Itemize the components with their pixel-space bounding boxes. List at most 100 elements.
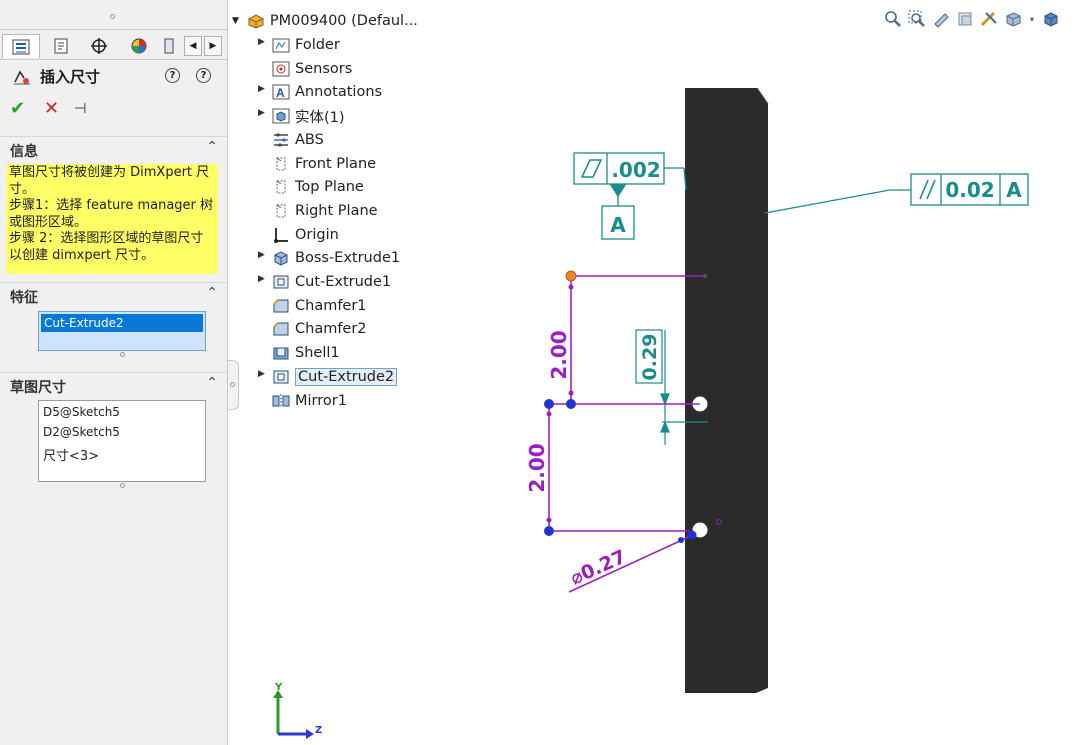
part-body[interactable] [685, 88, 768, 693]
expand-arrow-icon[interactable]: ▶ [258, 108, 265, 118]
list-resize-grip[interactable] [120, 483, 125, 488]
vertical-dimension-2[interactable]: 2.00 [525, 443, 549, 492]
tree-item-cut-extrude[interactable]: ▶Cut-Extrude1 [272, 271, 391, 293]
expand-arrow-icon[interactable]: ▶ [258, 84, 265, 94]
previous-view-icon[interactable] [932, 10, 950, 28]
tree-item-label: Annotations [295, 84, 382, 100]
tree-item-label: Shell1 [295, 345, 340, 361]
list-item[interactable]: D5@Sketch5 [43, 405, 120, 419]
divider [0, 29, 228, 30]
datum-label[interactable]: A [610, 213, 626, 237]
appearance-icon [130, 37, 148, 55]
features-selection-box[interactable]: Cut-Extrude2 [38, 311, 206, 351]
plane-icon [272, 179, 290, 195]
list-resize-grip[interactable] [120, 352, 125, 357]
hole-offset-value[interactable]: 0.29 [639, 334, 661, 381]
features-section-header[interactable]: 特征 ⌃ [0, 282, 228, 307]
tab-feature-manager[interactable] [2, 34, 40, 58]
diameter-dimension[interactable]: ⌀0.27 [567, 546, 629, 590]
sketch-dims-section-label: 草图尺寸 [10, 377, 66, 397]
cancel-button[interactable]: ✕ [44, 98, 59, 120]
property-manager-icon [52, 38, 70, 54]
heads-up-view-toolbar: ▾ [884, 8, 1060, 30]
selected-feature-item[interactable]: Cut-Extrude2 [41, 314, 203, 332]
vertical-dimension-1[interactable]: 2.00 [547, 330, 571, 379]
chevron-up-icon[interactable]: ⌃ [206, 139, 218, 155]
cut-extrude-icon [272, 369, 290, 385]
tree-item-cut-extrude-selected[interactable]: ▶Cut-Extrude2 [272, 366, 397, 388]
tree-item-label: ABS [295, 132, 324, 148]
panel-collapse-handle[interactable] [228, 360, 239, 410]
tab-property-manager[interactable] [42, 34, 80, 58]
tab-configuration-manager[interactable] [80, 34, 118, 58]
chevron-down-icon[interactable]: ▾ [1028, 10, 1036, 28]
tree-item-shell[interactable]: Shell1 [272, 342, 340, 364]
hole-lower[interactable] [693, 523, 708, 538]
sketch-dimension-lines[interactable] [549, 276, 705, 592]
sketch-dims-section-header[interactable]: 草图尺寸 ⌃ [0, 372, 228, 397]
tree-item-folder[interactable]: ▶Folder [272, 34, 340, 56]
list-item[interactable]: 尺寸<3> [43, 445, 99, 464]
tree-item-origin[interactable]: Origin [272, 224, 339, 246]
tree-item-plane[interactable]: Top Plane [272, 176, 364, 198]
tree-item-label: Cut-Extrude1 [295, 274, 391, 290]
flatness-tolerance-value[interactable]: .002 [611, 158, 660, 182]
info-line: 草图尺寸将被创建为 DimXpert 尺寸。 [9, 165, 215, 198]
panel-resize-grip[interactable] [110, 14, 115, 19]
tree-item-material[interactable]: ABS [272, 129, 324, 151]
view-orientation-icon[interactable] [1004, 10, 1022, 28]
tree-item-plane[interactable]: Right Plane [272, 200, 378, 222]
tree-item-sensors[interactable]: Sensors [272, 58, 352, 80]
origin-icon [272, 227, 290, 243]
tree-item-label: Front Plane [295, 156, 376, 172]
zoom-to-area-icon[interactable] [908, 10, 926, 28]
collapse-arrow-icon[interactable]: ▼ [232, 16, 239, 26]
plane-icon [272, 156, 290, 172]
parallelism-gdt-frame[interactable] [765, 174, 1028, 213]
material-icon [272, 132, 290, 148]
zoom-to-fit-icon[interactable] [884, 10, 902, 28]
hole-offset-dimension[interactable] [636, 330, 708, 445]
expand-arrow-icon[interactable]: ▶ [258, 274, 265, 284]
hole-upper[interactable] [693, 397, 708, 412]
tree-item-chamfer[interactable]: Chamfer2 [272, 318, 367, 340]
info-section-label: 信息 [10, 141, 38, 161]
parallelism-tolerance-value[interactable]: 0.02 [945, 178, 994, 202]
sketch-dims-list[interactable]: D5@Sketch5 D2@Sketch5 尺寸<3> [38, 400, 206, 482]
expand-arrow-icon[interactable]: ▶ [258, 250, 265, 260]
ok-button[interactable]: ✔ [10, 98, 25, 120]
tree-root[interactable]: ▼ PM009400 (Defaul... [232, 10, 418, 32]
sketch-points[interactable] [544, 271, 707, 543]
expand-arrow-icon[interactable]: ▶ [258, 369, 265, 379]
flatness-gdt-frame[interactable] [574, 153, 686, 239]
keep-visible-pin-button[interactable]: ⊣ [74, 98, 87, 120]
tree-item-plane[interactable]: Front Plane [272, 153, 376, 175]
parallelism-datum-label[interactable]: A [1006, 178, 1022, 202]
smart-dimension-icon [12, 68, 32, 86]
display-style-icon[interactable] [1042, 10, 1060, 28]
chevron-up-icon[interactable]: ⌃ [206, 375, 218, 391]
tree-item-annotations[interactable]: ▶AAnnotations [272, 81, 382, 103]
info-section-header[interactable]: 信息 ⌃ [0, 136, 228, 161]
whats-new-help-icon[interactable]: ? [165, 68, 180, 83]
flatness-symbol-icon [582, 160, 601, 177]
tab-scroll-left-button[interactable]: ◀ [184, 36, 202, 56]
feature-tree-icon [12, 39, 30, 55]
tab-scroll-right-button[interactable]: ▶ [204, 36, 222, 56]
tree-item-mirror[interactable]: Mirror1 [272, 390, 347, 412]
tab-display-manager[interactable] [120, 34, 158, 58]
chevron-up-icon[interactable]: ⌃ [206, 285, 218, 301]
tree-item-solid-bodies[interactable]: ▶实体(1) [272, 105, 345, 127]
section-view-icon[interactable] [956, 10, 974, 28]
expand-arrow-icon[interactable]: ▶ [258, 37, 265, 47]
tree-item-boss-extrude[interactable]: ▶Boss-Extrude1 [272, 247, 400, 269]
triad-z-label: Z [315, 725, 322, 736]
chamfer-icon [272, 321, 290, 337]
help-icon[interactable]: ? [196, 68, 211, 83]
tab-dimxpert-manager[interactable] [160, 34, 178, 58]
info-message-box: 草图尺寸将被创建为 DimXpert 尺寸。 步骤1：选择 feature ma… [6, 164, 218, 274]
tree-item-label: Folder [295, 37, 340, 53]
list-item[interactable]: D2@Sketch5 [43, 425, 120, 439]
dynamic-annotation-view-icon[interactable] [980, 10, 998, 28]
tree-item-chamfer[interactable]: Chamfer1 [272, 295, 367, 317]
